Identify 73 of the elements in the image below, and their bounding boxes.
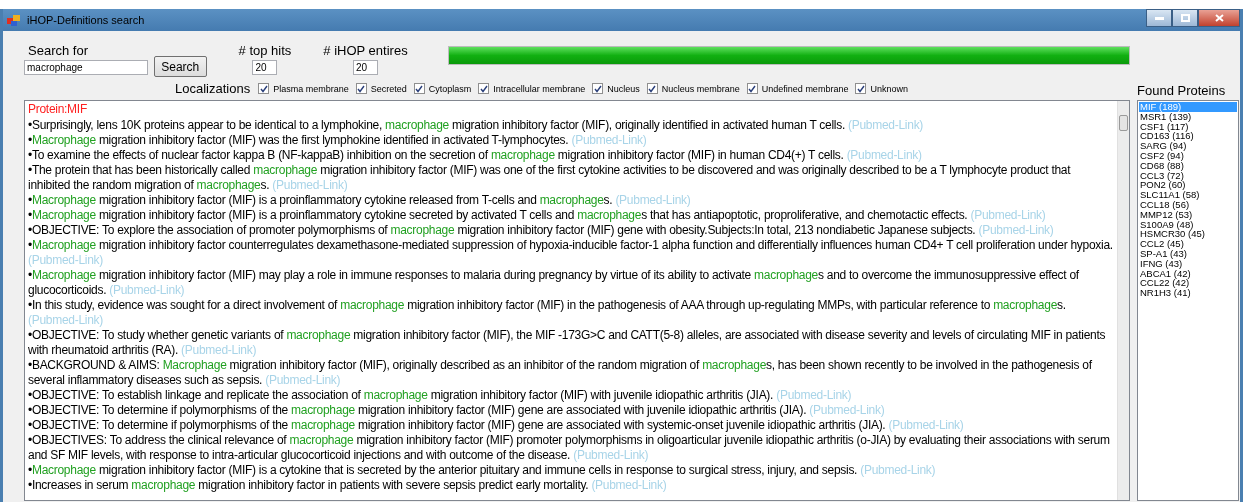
- search-button[interactable]: Search: [154, 56, 207, 77]
- localization-label: Undefined membrane: [761, 83, 849, 94]
- top-hits-label: # top hits: [238, 43, 292, 58]
- definition-text: •OBJECTIVE: To study whether genetic variants of macrophage migration inhibitory factor (MIF), the MIF -173G>C and CATT(5-8) alleles, are associated with disease severity and levels of circulating MIF in patients with rheumatoid arthritis (RA). (Pubmed-Link): [28, 327, 1107, 358]
- protein-list-item[interactable]: NR1H3 (41): [1139, 288, 1237, 298]
- search-label: Search for: [27, 43, 89, 58]
- protein-list-item[interactable]: CD163 (116): [1139, 131, 1237, 142]
- localization-checkbox[interactable]: [355, 83, 367, 94]
- minimize-button[interactable]: [1146, 9, 1172, 27]
- localization-checkbox[interactable]: [746, 83, 758, 94]
- localization-checkbox[interactable]: [855, 83, 867, 94]
- localization-checkbox[interactable]: [478, 83, 490, 94]
- top-hits-field[interactable]: 20: [252, 60, 278, 75]
- localization-checkbox[interactable]: [646, 83, 658, 94]
- minimize-icon: [1154, 16, 1164, 20]
- definition-text: •BACKGROUND & AIMS: Macrophage migration inhibitory factor (MIF), originally described as an inhibitor of the random migration of macrophages, has been shown recently to be involved in the pathogenesis of several inflammatory diseases such as sepsis. (Pubmed-Link): [28, 357, 1093, 388]
- localizations-label: Localizations: [175, 81, 251, 96]
- app-icon: [7, 14, 21, 26]
- maximize-button[interactable]: [1172, 9, 1198, 27]
- protein-list-item[interactable]: ABCA1 (42): [1139, 268, 1237, 279]
- protein-list-item[interactable]: SARG (94): [1139, 141, 1237, 151]
- protein-list-item[interactable]: CSF2 (94): [1139, 151, 1237, 161]
- definition-text: •Surprisingly, lens 10K proteins appear to be identical to a lymphokine, macrophage migration inhibitory factor (MIF), originally identified in activated human T cells. (Pubmed-Link): [28, 117, 925, 133]
- localization-checkbox[interactable]: [413, 83, 425, 94]
- close-button[interactable]: [1198, 9, 1240, 27]
- protein-list-item[interactable]: SLC11A1 (58): [1139, 190, 1237, 200]
- definition-text: •Macrophage migration inhibitory factor (MIF) is a cytokine that is secreted by the anterior pituitary and immune cells in response to surgical stress, injury, and sepsis. (Pubmed-Link): [28, 462, 937, 478]
- definition-text: •OBJECTIVE: To establish linkage and replicate the association of macrophage migration inhibitory factor (MIF) with juvenile idiopathic arthritis (JIA). (Pubmed-Link): [28, 387, 853, 403]
- scrollbar-thumb[interactable]: [1119, 115, 1128, 131]
- definition-text: •Macrophage migration inhibitory factor (MIF) may play a role in immune responses to malaria during pregnancy by virtue of its ability to activate macrophages and to overcome the immunosuppressive effect of glucocorticoids. (Pubmed-Link): [28, 267, 1080, 298]
- ihop-entries-field[interactable]: 20: [353, 60, 378, 75]
- protein-list-item[interactable]: HSMCR30 (45): [1139, 229, 1237, 240]
- protein-list-item[interactable]: IFNG (43): [1139, 258, 1237, 269]
- localization-label: Cytoplasm: [428, 83, 472, 94]
- protein-list-item[interactable]: S100A9 (48): [1139, 219, 1237, 230]
- protein-list-item[interactable]: CD68 (88): [1139, 160, 1237, 171]
- localization-label: Unknown: [870, 83, 908, 94]
- definition-text: •The protein that has been historically called macrophage migration inhibitory factor (MIF) was one of the first cytokine activities to be discovered and was originally described to be a T lymphocyte product that inhibited the random migration of macrophages. (Pubmed-Link): [28, 162, 1072, 193]
- protein-list-item[interactable]: CCL22 (42): [1139, 278, 1237, 289]
- localization-label: Nucleus membrane: [661, 83, 740, 94]
- found-proteins-label: Found Proteins: [1137, 83, 1227, 100]
- protein-list-item[interactable]: MMP12 (53): [1139, 209, 1237, 220]
- definition-text: •OBJECTIVE: To determine if polymorphisms of the macrophage migration inhibitory factor (MIF) gene are associated with juvenile idiopathic arthritis (JIA). (Pubmed-Link): [28, 402, 886, 418]
- protein-list-item[interactable]: MSR1 (139): [1139, 111, 1237, 122]
- scrollbar[interactable]: [1117, 101, 1129, 500]
- definition-text: •OBJECTIVE: To explore the association of promoter polymorphisms of macrophage migration inhibitory factor (MIF) gene with obesity.Subjects:In total, 213 nondiabetic Japanese subjects. (Pubmed-Link): [28, 222, 1055, 238]
- definition-text: •OBJECTIVES: To address the clinical relevance of macrophage migration inhibitory factor (MIF) promoter polymorphisms in oligoarticular juvenile idiopathic arthritis (o-JIA) by evaluating their associations with serum and SF MIF levels, with response to intra-articular glucocorticoid injections and with outcome of the disease. (Pubmed-Link): [28, 432, 1111, 463]
- localization-checkbox[interactable]: [258, 83, 270, 94]
- definition-text: •Macrophage migration inhibitory factor counterregulates dexamethasone-mediated suppression of hypoxia-inducible factor-1 alpha function and differentially influences human CD4+ T cell proliferation under hypoxia. (Pubmed-Link): [28, 237, 1113, 268]
- protein-list-item[interactable]: CCL18 (56): [1139, 199, 1237, 210]
- definition-text: •Macrophage migration inhibitory factor (MIF) is a proinflammatory cytokine secreted by activated T cells and macrophages that has antiapoptotic, proproliferative, and chemotactic effects. (Pubmed-Link): [28, 207, 1047, 223]
- protein-list-item[interactable]: CSF1 (117): [1139, 121, 1237, 132]
- definition-text: •Macrophage migration inhibitory factor (MIF) is a proinflammatory cytokine released from T-cells and macrophages. (Pubmed-Link): [28, 192, 692, 208]
- localization-label: Secreted: [370, 83, 407, 94]
- localization-label: Plasma membrane: [273, 83, 349, 94]
- ihop-entries-label: # iHOP entires: [323, 43, 408, 58]
- protein-list-item[interactable]: PON2 (60): [1139, 180, 1237, 191]
- localization-checkbox[interactable]: [592, 83, 604, 94]
- localization-label: Intracellular membrane: [493, 83, 586, 94]
- localization-label: Nucleus: [607, 83, 640, 94]
- protein-list-item[interactable]: CCL3 (72): [1139, 170, 1237, 181]
- protein-list-item[interactable]: SP-A1 (43): [1139, 248, 1237, 259]
- close-icon: [1214, 14, 1224, 22]
- protein-heading: Protein:MIF: [28, 102, 88, 118]
- protein-list-item[interactable]: CCL2 (45): [1139, 239, 1237, 249]
- definition-text: •To examine the effects of nuclear factor kappa B (NF-kappaB) inhibition on the secretion of macrophage migration inhibitory factor (MIF) in human CD4(+) T cells. (Pubmed-Link): [28, 147, 923, 163]
- search-field[interactable]: macrophage: [24, 60, 148, 75]
- window-title: iHOP-Definitions search: [27, 14, 145, 26]
- definition-text: •In this study, evidence was sought for a direct involvement of macrophage migration inhibitory factor (MIF) in the pathogenesis of AAA through up-regulating MMPs, with particular reference to macrophages. (Pubmed-Link): [28, 297, 1067, 328]
- definition-text: •Increases in serum macrophage migration inhibitory factor in patients with severe sepsis predict early mortality. (Pubmed-Link): [28, 477, 668, 493]
- maximize-icon: [1180, 14, 1190, 22]
- definition-text: •OBJECTIVE: To determine if polymorphisms of the macrophage migration inhibitory factor (MIF) gene are associated with systemic-onset juvenile idiopathic arthritis (JIA). (Pubmed-Link): [28, 417, 965, 433]
- definition-text: •Macrophage migration inhibitory factor (MIF) was the first lymphokine identified in activated T-lymphocytes. (Pubmed-Link): [28, 132, 648, 148]
